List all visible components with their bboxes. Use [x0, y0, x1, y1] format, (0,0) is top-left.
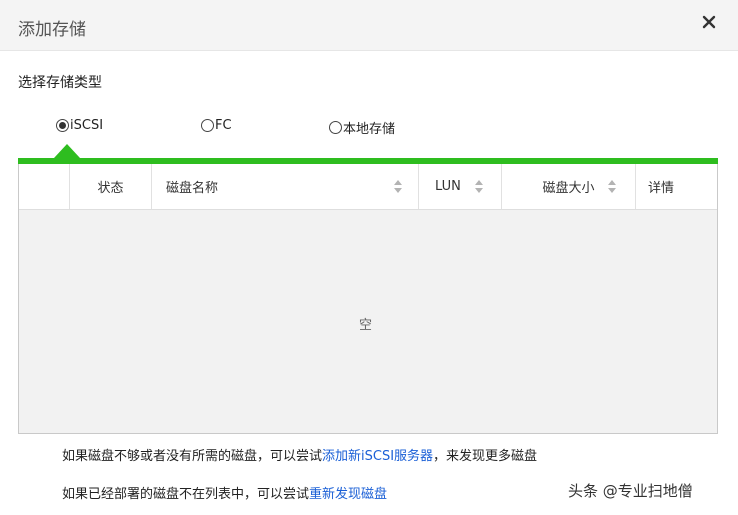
help-note-add-server: 如果磁盘不够或者没有所需的磁盘，可以尝试添加新iSCSI服务器，来发现更多磁盘 [62, 445, 537, 464]
column-header-disk-size[interactable]: 磁盘大小 [502, 164, 636, 209]
note-text: 如果已经部署的磁盘不在列表中，可以尝试 [62, 487, 310, 502]
column-disk-name-label: 磁盘名称 [166, 181, 219, 196]
radio-iscsi-label: iSCSI [70, 118, 104, 133]
radio-unchecked-icon [329, 121, 342, 134]
radio-local-storage-label: 本地存储 [343, 122, 396, 137]
column-header-detail: 详情 [636, 164, 717, 209]
dialog-title: 添加存储 [18, 20, 86, 40]
storage-type-label: 选择存储类型 [18, 75, 102, 91]
disk-table: 状态 磁盘名称 LUN 磁盘大小 详情 空 [18, 164, 718, 434]
radio-fc[interactable]: FC [201, 118, 232, 133]
rediscover-disks-link[interactable]: 重新发现磁盘 [309, 487, 387, 502]
add-storage-dialog: 添加存储 选择存储类型 iSCSI FC 本地存储 状态 磁盘名称 LUN 磁盘… [0, 0, 738, 515]
sort-icon[interactable] [394, 180, 402, 193]
close-icon [702, 15, 716, 29]
selected-tab-pointer [54, 144, 80, 158]
note-text: ，来发现更多磁盘 [433, 449, 538, 464]
column-status-label: 状态 [97, 181, 124, 196]
radio-local-storage[interactable]: 本地存储 [329, 118, 395, 137]
column-detail-label: 详情 [648, 181, 675, 196]
radio-checked-icon [56, 119, 69, 132]
column-header-lun[interactable]: LUN [419, 164, 502, 209]
storage-type-radio-group: iSCSI FC 本地存储 [0, 118, 738, 142]
note-text: 如果磁盘不够或者没有所需的磁盘，可以尝试 [62, 449, 323, 464]
column-header-disk-name[interactable]: 磁盘名称 [152, 164, 419, 209]
watermark-text: 头条 @专业扫地僧 [568, 482, 693, 500]
radio-fc-label: FC [215, 118, 232, 133]
table-empty-text: 空 [359, 318, 373, 333]
column-lun-label: LUN [435, 179, 461, 194]
add-iscsi-server-link[interactable]: 添加新iSCSI服务器 [322, 449, 433, 464]
help-note-rediscover: 如果已经部署的磁盘不在列表中，可以尝试重新发现磁盘 [62, 483, 387, 502]
sort-icon[interactable] [475, 180, 483, 193]
column-disk-size-label: 磁盘大小 [542, 181, 595, 196]
sort-icon[interactable] [608, 180, 616, 193]
radio-unchecked-icon [201, 119, 214, 132]
select-column-header[interactable] [19, 164, 70, 209]
column-header-status: 状态 [70, 164, 152, 209]
dialog-header: 添加存储 [0, 0, 738, 51]
radio-iscsi[interactable]: iSCSI [56, 118, 103, 133]
close-button[interactable] [697, 10, 721, 34]
table-header: 状态 磁盘名称 LUN 磁盘大小 详情 [19, 164, 717, 210]
